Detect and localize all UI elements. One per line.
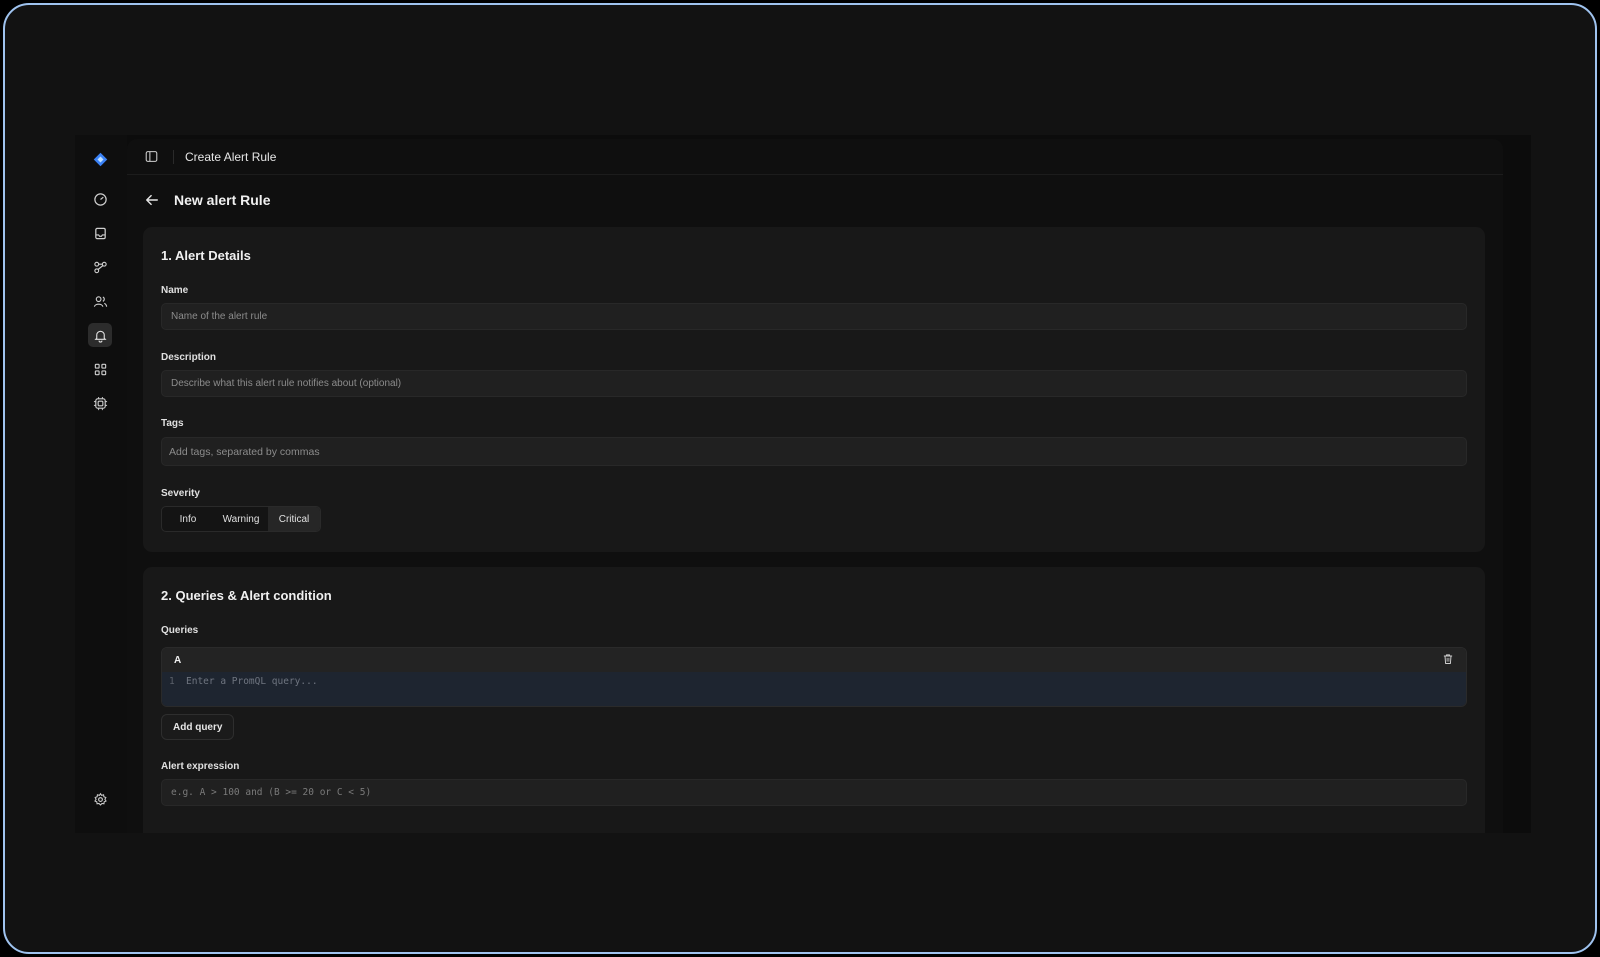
sidebar-item-integrations[interactable] bbox=[88, 391, 112, 415]
back-arrow-icon[interactable] bbox=[145, 192, 161, 208]
bell-icon bbox=[93, 330, 107, 343]
queries-heading: 2. Queries & Alert condition bbox=[161, 588, 332, 603]
sidebar-item-workflows[interactable] bbox=[88, 255, 112, 279]
cpu-icon bbox=[93, 396, 107, 410]
alert-expression-placeholder: e.g. A > 100 and (B >= 20 or C < 5) bbox=[171, 787, 372, 798]
topbar: Create Alert Rule bbox=[127, 139, 1503, 175]
name-placeholder: Name of the alert rule bbox=[171, 311, 268, 322]
main-panel: Create Alert Rule New alert Rule 1. Aler… bbox=[127, 139, 1503, 833]
settings-icon bbox=[93, 792, 107, 806]
sidebar-item-apps[interactable] bbox=[88, 357, 112, 381]
dashboard-icon bbox=[93, 192, 107, 206]
line-number: 1 bbox=[169, 676, 175, 687]
alert-expression-label: Alert expression bbox=[161, 761, 240, 772]
name-label: Name bbox=[161, 285, 189, 296]
apps-icon bbox=[94, 363, 106, 375]
sidebar-item-alerts[interactable] bbox=[88, 323, 112, 347]
trash-icon[interactable] bbox=[1442, 653, 1454, 668]
severity-warning-option[interactable]: Warning bbox=[214, 507, 268, 531]
query-placeholder: Enter a PromQL query... bbox=[186, 676, 318, 687]
topbar-divider bbox=[173, 149, 174, 164]
severity-critical-option[interactable]: Critical bbox=[268, 507, 320, 531]
sidebar-item-users[interactable] bbox=[88, 289, 112, 313]
tags-input[interactable]: Add tags, separated by commas bbox=[161, 437, 1467, 466]
page-header: New alert Rule bbox=[127, 175, 1503, 225]
query-input[interactable]: 1 Enter a PromQL query... bbox=[162, 672, 1466, 706]
users-icon bbox=[93, 295, 107, 307]
sidebar bbox=[75, 135, 127, 833]
severity-info-option[interactable]: Info bbox=[162, 507, 214, 531]
tags-label: Tags bbox=[161, 418, 184, 429]
queries-card: 2. Queries & Alert condition Queries A 1… bbox=[143, 567, 1485, 833]
sidebar-item-inbox[interactable] bbox=[88, 221, 112, 245]
query-id: A bbox=[174, 654, 182, 666]
sidebar-item-dashboard[interactable] bbox=[88, 187, 112, 211]
workflow-icon bbox=[93, 261, 107, 273]
tags-placeholder: Add tags, separated by commas bbox=[169, 445, 320, 458]
severity-toggle: Info Warning Critical bbox=[161, 506, 321, 532]
name-input[interactable]: Name of the alert rule bbox=[161, 303, 1467, 330]
description-label: Description bbox=[161, 352, 217, 363]
window-frame: Create Alert Rule New alert Rule 1. Aler… bbox=[3, 3, 1597, 954]
severity-label: Severity bbox=[161, 488, 200, 499]
query-header: A bbox=[162, 648, 1466, 672]
logo-icon[interactable] bbox=[88, 147, 112, 171]
alert-details-card: 1. Alert Details Name Name of the alert … bbox=[143, 227, 1485, 552]
queries-label: Queries bbox=[161, 625, 199, 636]
add-query-button[interactable]: Add query bbox=[161, 714, 235, 740]
page-title: New alert Rule bbox=[174, 192, 271, 208]
sidebar-toggle-icon[interactable] bbox=[145, 150, 159, 164]
breadcrumb: Create Alert Rule bbox=[185, 149, 277, 164]
inbox-icon bbox=[94, 227, 106, 239]
query-editor: A 1 Enter a PromQL query... bbox=[161, 647, 1467, 707]
description-placeholder: Describe what this alert rule notifies a… bbox=[171, 378, 402, 389]
alert-details-heading: 1. Alert Details bbox=[161, 248, 251, 263]
sidebar-item-settings[interactable] bbox=[88, 787, 112, 811]
description-input[interactable]: Describe what this alert rule notifies a… bbox=[161, 370, 1467, 397]
alert-expression-input[interactable]: e.g. A > 100 and (B >= 20 or C < 5) bbox=[161, 779, 1467, 806]
app-window: Create Alert Rule New alert Rule 1. Aler… bbox=[75, 135, 1531, 833]
